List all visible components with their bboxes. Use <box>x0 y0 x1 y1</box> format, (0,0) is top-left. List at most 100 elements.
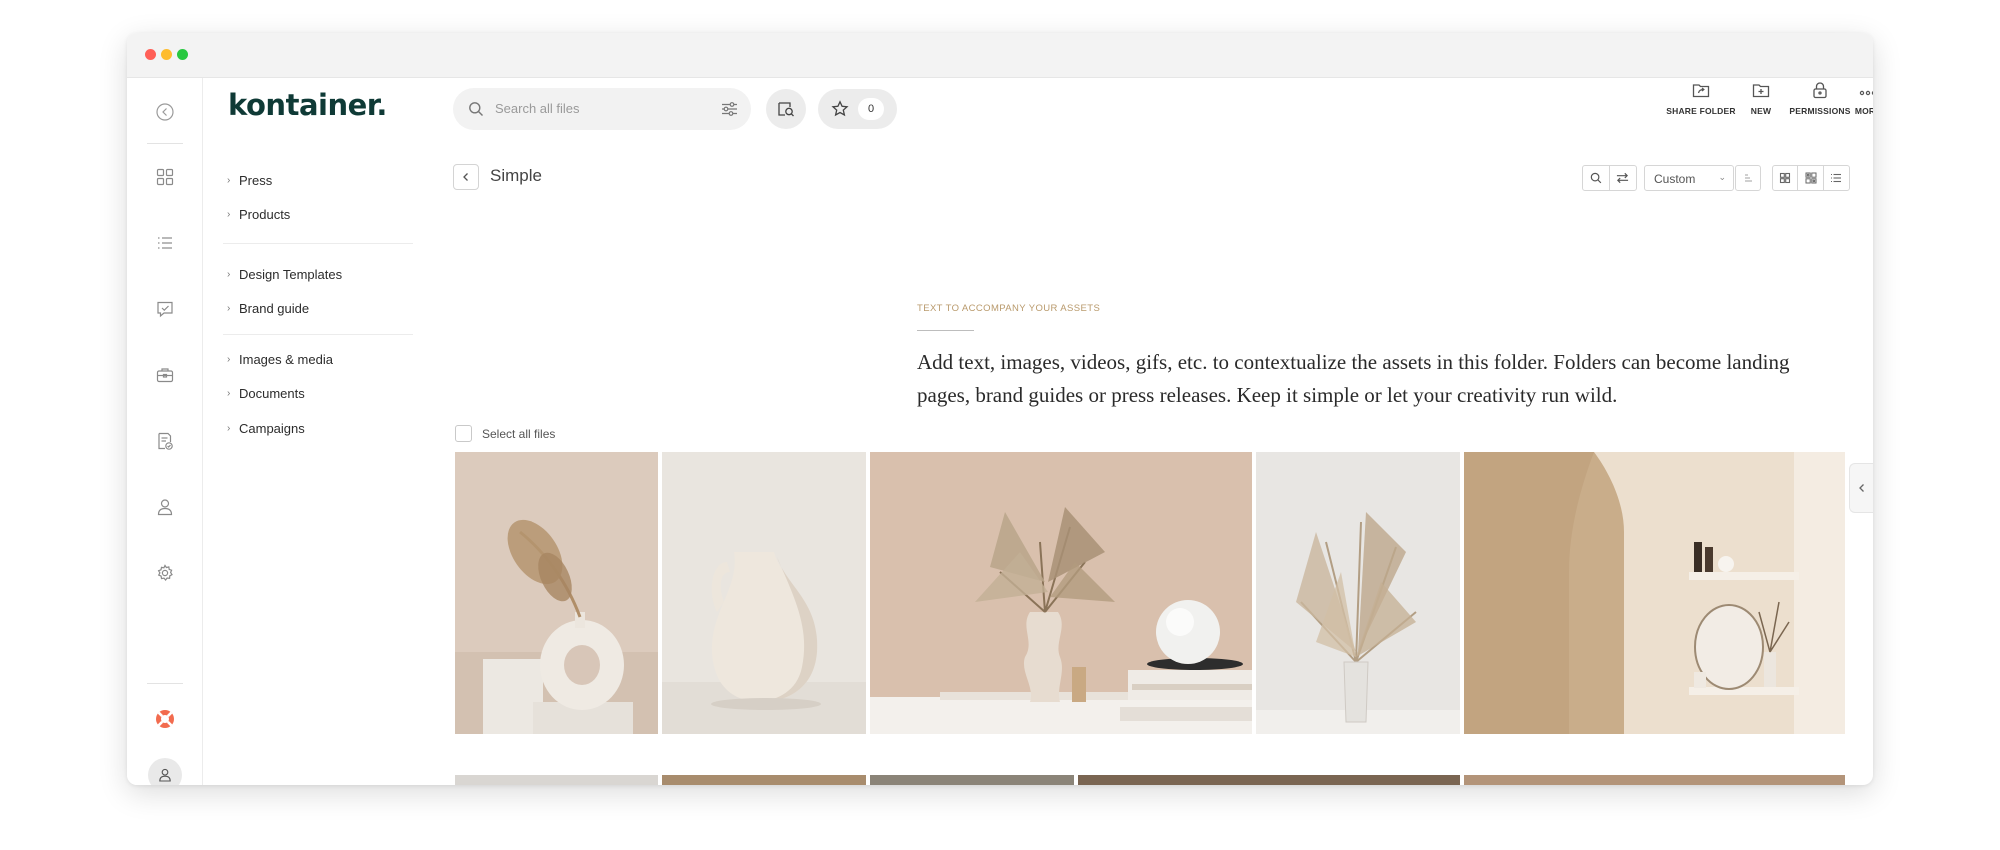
icon-rail <box>127 78 203 785</box>
grid-icon <box>156 168 174 186</box>
asset-tile[interactable] <box>455 452 658 734</box>
close-window-button[interactable] <box>145 49 156 60</box>
user-avatar-button[interactable] <box>148 758 182 785</box>
view-large-grid-button[interactable] <box>1773 166 1799 190</box>
chevron-left-icon <box>1858 484 1864 492</box>
tree-item-press[interactable]: › Press <box>227 173 272 188</box>
tree-item-brand-guide[interactable]: › Brand guide <box>227 301 309 316</box>
asset-thumbnail <box>662 452 866 734</box>
view-list-button[interactable] <box>1824 166 1849 190</box>
chevron-right-icon: › <box>227 303 231 314</box>
tree-item-label: Campaigns <box>239 421 305 436</box>
view-small-grid-button[interactable] <box>1798 166 1824 190</box>
more-label: MORE <box>1854 106 1873 116</box>
share-folder-icon <box>1692 84 1710 98</box>
sort-direction-button[interactable] <box>1735 165 1761 191</box>
collapse-icon <box>156 103 174 121</box>
rail-help-button[interactable] <box>151 705 179 733</box>
favorites-count-badge: 0 <box>858 98 884 120</box>
asset-thumbnail <box>1256 452 1460 734</box>
toolbar-search-button[interactable] <box>1583 166 1610 190</box>
tree-item-label: Products <box>239 207 291 222</box>
list-view-icon <box>1831 173 1842 183</box>
tree-item-documents[interactable]: › Documents <box>227 386 305 401</box>
right-panel-toggle[interactable] <box>1849 463 1873 513</box>
chevron-right-icon: › <box>227 269 231 280</box>
brand-logo[interactable]: kontainer. <box>228 88 387 122</box>
tree-item-products[interactable]: › Products <box>227 207 290 222</box>
rail-list-button[interactable] <box>151 229 179 257</box>
asset-tile-partial[interactable] <box>870 775 1074 785</box>
sort-order-icon <box>1745 174 1752 182</box>
asset-tile-partial[interactable] <box>1078 775 1460 785</box>
document-check-icon <box>158 432 173 450</box>
more-button[interactable]: MORE <box>1838 78 1873 116</box>
asset-tile[interactable] <box>870 452 1252 734</box>
folder-kicker: TEXT TO ACCOMPANY YOUR ASSETS <box>917 303 1101 314</box>
folder-description: Add text, images, videos, gifs, etc. to … <box>917 350 1790 407</box>
list-icon <box>158 237 172 249</box>
chevron-left-icon <box>463 173 468 181</box>
select-all-files[interactable]: Select all files <box>455 425 555 442</box>
toolbar-swap-button[interactable] <box>1610 166 1636 190</box>
window-titlebar <box>127 33 1873 78</box>
rail-settings-button[interactable] <box>151 559 179 587</box>
rail-users-button[interactable] <box>151 493 179 521</box>
briefcase-icon <box>156 368 174 383</box>
sort-select[interactable]: Custom ⌄ <box>1644 165 1734 191</box>
rail-approvals-button[interactable] <box>151 295 179 323</box>
user-icon <box>157 499 173 516</box>
chevron-right-icon: › <box>227 388 231 399</box>
search-input[interactable]: Search all files <box>495 101 580 116</box>
chevron-right-icon: › <box>227 209 231 220</box>
app-window: kontainer. › Press › Products › Design Temp… <box>127 33 1873 785</box>
tree-item-label: Brand guide <box>239 301 310 316</box>
settings-icon <box>157 564 173 581</box>
asset-thumbnail <box>870 452 1252 734</box>
tree-item-label: Documents <box>239 386 305 401</box>
chevron-right-icon: › <box>227 354 231 365</box>
chevron-right-icon: › <box>227 175 231 186</box>
toolbar-search-swap-group <box>1582 165 1637 191</box>
select-all-label: Select all files <box>482 426 556 441</box>
lock-icon <box>1813 82 1827 99</box>
advanced-search-button[interactable] <box>766 89 806 129</box>
select-all-checkbox[interactable] <box>455 425 472 442</box>
asset-tile[interactable] <box>1464 452 1845 734</box>
image-search-icon <box>778 102 794 117</box>
search-icon <box>1590 172 1602 184</box>
rail-documents-button[interactable] <box>151 427 179 455</box>
search-bar[interactable]: Search all files <box>453 88 751 130</box>
rail-briefcase-button[interactable] <box>151 361 179 389</box>
maximize-window-button[interactable] <box>177 49 188 60</box>
chevron-right-icon: › <box>227 423 231 434</box>
grid-small-icon <box>1805 172 1817 184</box>
collapse-sidebar-button[interactable] <box>151 98 179 126</box>
kicker-divider <box>917 330 974 331</box>
more-dots-icon <box>1859 90 1873 96</box>
favorites-button[interactable]: 0 <box>818 89 897 129</box>
back-button[interactable] <box>453 164 479 190</box>
asset-thumbnail <box>455 452 658 734</box>
tree-item-label: Images & media <box>239 352 333 367</box>
tree-item-images-media[interactable]: › Images & media <box>227 352 333 367</box>
star-icon <box>831 100 849 117</box>
new-folder-icon <box>1752 84 1770 98</box>
asset-tile[interactable] <box>1256 452 1460 734</box>
minimize-window-button[interactable] <box>161 49 172 60</box>
chevron-down-icon: ⌄ <box>1718 172 1726 182</box>
asset-tile-partial[interactable] <box>455 775 658 785</box>
tree-item-campaigns[interactable]: › Campaigns <box>227 421 305 436</box>
folder-title: Simple <box>490 166 542 185</box>
asset-tile-partial[interactable] <box>1464 775 1845 785</box>
asset-tile-partial[interactable] <box>662 775 866 785</box>
swap-arrows-icon <box>1617 172 1629 184</box>
grid-large-icon <box>1780 172 1791 184</box>
tree-item-design-templates[interactable]: › Design Templates <box>227 267 342 282</box>
avatar-icon <box>159 768 171 782</box>
asset-thumbnail <box>1464 452 1845 734</box>
filter-sliders-icon[interactable] <box>721 101 738 117</box>
tree-item-label: Press <box>239 173 273 188</box>
rail-dashboard-button[interactable] <box>151 163 179 191</box>
asset-tile[interactable] <box>662 452 866 734</box>
